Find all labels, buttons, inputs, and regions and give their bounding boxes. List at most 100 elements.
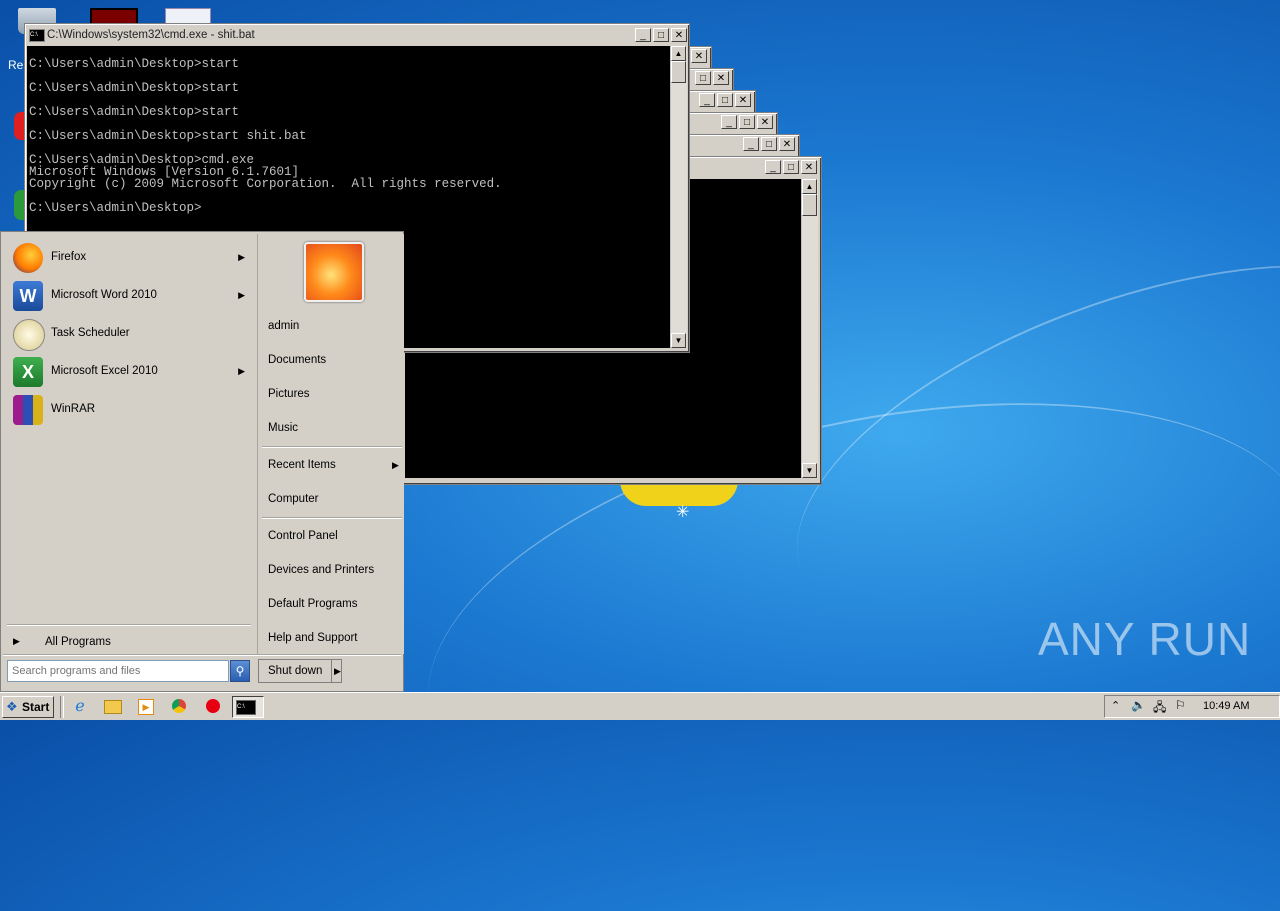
shutdown-label: Shut down <box>268 665 323 677</box>
media-player-icon[interactable]: ▶ <box>138 699 154 715</box>
shutdown-options-icon[interactable]: ▶ <box>331 660 341 682</box>
windows-logo-icon: ❖ <box>6 699 18 714</box>
minimize-button[interactable]: _ <box>765 160 781 174</box>
minimize-button[interactable]: _ <box>635 28 651 42</box>
devices-printers-link[interactable]: Devices and Printers <box>268 564 374 576</box>
taskbar-cmd-button[interactable]: C:\ <box>232 696 264 718</box>
title-bar[interactable]: C:\ C:\Windows\system32\cmd.exe - shit.b… <box>27 26 687 44</box>
program-label: WinRAR <box>51 403 96 415</box>
shutdown-button[interactable]: Shut down ▶ <box>258 659 342 683</box>
vertical-scrollbar[interactable]: ▲ ▼ <box>670 46 687 348</box>
watermark: ANY RUN <box>1038 613 1252 665</box>
close-button[interactable]: ✕ <box>713 71 729 85</box>
maximize-button[interactable]: □ <box>653 28 669 42</box>
minimize-button[interactable]: _ <box>721 115 737 129</box>
program-label: Microsoft Word 2010 <box>51 289 157 301</box>
scroll-thumb[interactable] <box>671 61 686 83</box>
computer-link[interactable]: Computer <box>268 493 319 505</box>
submenu-arrow-icon: ▶ <box>238 366 245 376</box>
maximize-button[interactable]: □ <box>783 160 799 174</box>
scroll-thumb[interactable] <box>802 194 817 216</box>
default-programs-link[interactable]: Default Programs <box>268 598 357 610</box>
program-firefox[interactable]: Firefox ▶ <box>11 240 251 276</box>
separator <box>3 654 401 656</box>
volume-icon[interactable]: 🔈 <box>1131 698 1146 712</box>
minimize-button[interactable]: _ <box>743 137 759 151</box>
console-line: C:\Users\admin\Desktop>start <box>29 57 240 71</box>
separator <box>7 624 251 626</box>
user-picture[interactable] <box>304 242 364 302</box>
help-support-link[interactable]: Help and Support <box>268 632 358 644</box>
start-button[interactable]: ❖ Start <box>2 696 54 718</box>
opera-icon[interactable] <box>206 699 220 713</box>
console-line: C:\Users\admin\Desktop>start <box>29 81 240 95</box>
recent-items-link[interactable]: Recent Items <box>268 459 336 471</box>
close-button[interactable]: ✕ <box>691 49 707 63</box>
close-button[interactable]: ✕ <box>735 93 751 107</box>
console-line: C:\Users\admin\Desktop>start shit.bat <box>29 129 307 143</box>
vertical-scrollbar[interactable]: ▲ ▼ <box>801 179 818 478</box>
program-winrar[interactable]: WinRAR <box>11 392 251 428</box>
chrome-icon[interactable] <box>172 699 186 713</box>
cmd-icon: C:\ <box>236 700 256 715</box>
scroll-down-icon[interactable]: ▼ <box>802 463 817 478</box>
cmd-icon: C:\ <box>29 29 45 42</box>
submenu-arrow-icon: ▶ <box>392 460 399 470</box>
action-center-flag-icon[interactable]: ⚐ <box>1175 698 1186 712</box>
control-panel-link[interactable]: Control Panel <box>268 530 338 542</box>
submenu-arrow-icon: ▶ <box>238 290 245 300</box>
ie-icon[interactable]: ℯ <box>70 696 90 718</box>
winrar-icon <box>13 395 43 425</box>
music-link[interactable]: Music <box>268 422 298 434</box>
network-icon[interactable]: 🖧 <box>1153 698 1166 719</box>
search-input[interactable] <box>7 660 229 682</box>
show-hidden-icons-icon[interactable]: ⌃ <box>1111 699 1120 712</box>
separator <box>262 446 402 448</box>
taskbar: ❖ Start ℯ ▶ C:\ ⌃ 🔈 🖧 ⚐ 10:49 AM <box>0 692 1280 720</box>
scroll-up-icon[interactable]: ▲ <box>671 46 686 61</box>
program-task-scheduler[interactable]: Task Scheduler <box>11 316 251 352</box>
submenu-arrow-icon: ▶ <box>238 252 245 262</box>
explorer-icon[interactable] <box>104 700 122 714</box>
start-menu: Firefox ▶ W Microsoft Word 2010 ▶ Task S… <box>0 231 404 692</box>
window-title: C:\Windows\system32\cmd.exe - shit.bat <box>47 29 255 41</box>
program-label: Firefox <box>51 251 87 263</box>
start-menu-programs: Firefox ▶ W Microsoft Word 2010 ▶ Task S… <box>3 234 253 654</box>
program-excel[interactable]: X Microsoft Excel 2010 ▶ <box>11 354 251 390</box>
search-icon[interactable]: ⚲ <box>230 660 250 682</box>
console-line: Copyright (c) 2009 Microsoft Corporation… <box>29 177 502 191</box>
desktop-icon-label: Re <box>8 58 24 72</box>
all-programs-button[interactable]: ▶ All Programs <box>11 634 251 654</box>
word-icon: W <box>13 281 43 311</box>
close-button[interactable]: ✕ <box>801 160 817 174</box>
system-tray: ⌃ 🔈 🖧 ⚐ 10:49 AM <box>1104 695 1280 718</box>
minimize-button[interactable]: _ <box>699 93 715 107</box>
pictures-link[interactable]: Pictures <box>268 388 310 400</box>
task-scheduler-icon <box>13 319 45 351</box>
documents-link[interactable]: Documents <box>268 354 326 366</box>
console-line: C:\Users\admin\Desktop>start <box>29 105 240 119</box>
program-word[interactable]: W Microsoft Word 2010 ▶ <box>11 278 251 314</box>
clock[interactable]: 10:49 AM <box>1203 700 1249 712</box>
maximize-button[interactable]: □ <box>717 93 733 107</box>
sparkle-icon: ✳ <box>676 504 690 521</box>
excel-icon: X <box>13 357 43 387</box>
all-programs-label: All Programs <box>45 636 111 648</box>
close-button[interactable]: ✕ <box>757 115 773 129</box>
firefox-icon <box>13 243 43 273</box>
start-label: Start <box>22 700 50 714</box>
user-name[interactable]: admin <box>268 320 299 332</box>
console-line: C:\Users\admin\Desktop> <box>29 201 202 215</box>
maximize-button[interactable]: □ <box>739 115 755 129</box>
separator <box>262 517 402 519</box>
close-button[interactable]: ✕ <box>671 28 687 42</box>
maximize-button[interactable]: □ <box>761 137 777 151</box>
scroll-down-icon[interactable]: ▼ <box>671 333 686 348</box>
program-label: Microsoft Excel 2010 <box>51 365 158 377</box>
scroll-up-icon[interactable]: ▲ <box>802 179 817 194</box>
program-label: Task Scheduler <box>51 327 130 339</box>
arrow-right-icon: ▶ <box>13 636 20 646</box>
divider <box>60 696 64 718</box>
close-button[interactable]: ✕ <box>779 137 795 151</box>
maximize-button[interactable]: □ <box>695 71 711 85</box>
